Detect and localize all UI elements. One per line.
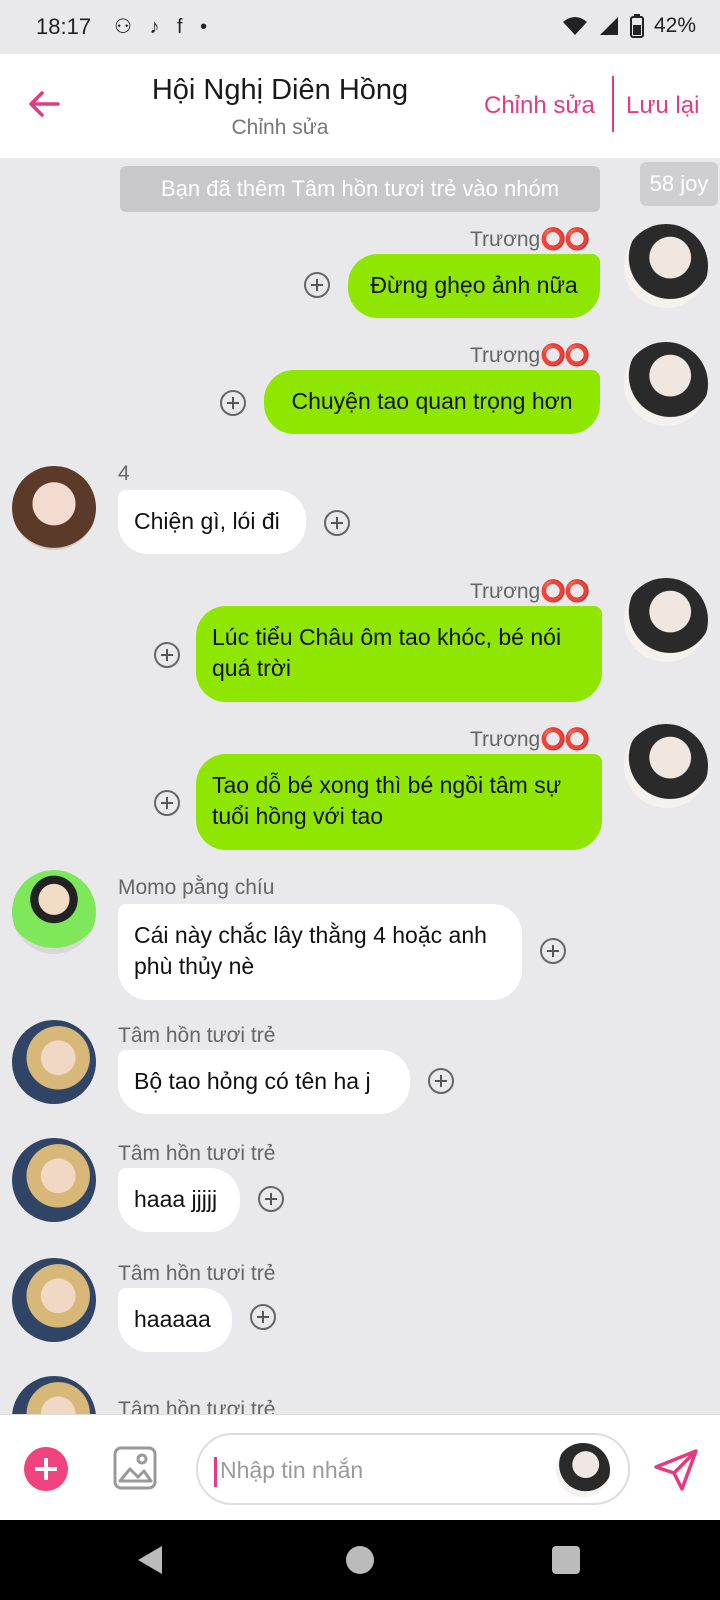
sender-name: 4 [118,462,130,485]
message-input[interactable] [220,1447,540,1493]
sticker-avatar-icon[interactable] [556,1443,610,1497]
chat-header: Hội Nghị Diên Hồng Chỉnh sửa Chỉnh sửa L… [0,54,720,158]
react-icon[interactable] [540,938,566,964]
sender-name: Tâm hồn tươi trẻ [118,1142,276,1165]
avatar[interactable] [12,1138,96,1222]
system-nav-bar [0,1520,720,1600]
react-icon[interactable] [220,390,246,416]
header-divider [612,76,614,132]
group-title: Hội Nghị Diên Hồng [151,74,409,106]
react-icon[interactable] [258,1186,284,1212]
send-icon[interactable] [652,1445,700,1493]
message-bubble[interactable]: Bộ tao hỏng có tên ha j [118,1050,410,1114]
sender-name: Trương⭕⭕ [470,728,591,751]
joy-badge: 58 joy [640,162,718,206]
add-attachment-button[interactable] [24,1447,68,1491]
avatar[interactable] [12,1258,96,1342]
text-cursor [214,1457,217,1487]
back-arrow-icon[interactable] [24,84,64,124]
message-composer [0,1414,720,1520]
nav-back-icon[interactable] [138,1546,162,1574]
status-time: 18:17 [36,14,92,39]
message-bubble[interactable]: Đừng ghẹo ảnh nữa [348,254,600,318]
system-message: Bạn đã thêm Tâm hồn tươi trẻ vào nhóm [120,166,600,212]
avatar[interactable] [624,724,708,808]
react-icon[interactable] [250,1304,276,1330]
wifi-icon [562,17,587,35]
sender-name: Trương⭕⭕ [470,228,591,251]
message-bubble[interactable]: Chiện gì, lói đi [118,490,306,554]
avatar[interactable] [12,1020,96,1104]
status-right: 42% [562,14,696,38]
react-icon[interactable] [324,510,350,536]
avatar[interactable] [12,466,96,550]
message-bubble[interactable]: Lúc tiểu Châu ôm tao khóc, bé nói quá tr… [196,606,602,702]
chat-area[interactable]: Bạn đã thêm Tâm hồn tươi trẻ vào nhóm 58… [0,158,720,1414]
sender-name: Trương⭕⭕ [470,580,591,603]
status-bar: 18:17 ⚇ ♪ f • 42% [0,0,720,54]
sender-name: Tâm hồn tươi trẻ [118,1024,276,1047]
react-icon[interactable] [428,1068,454,1094]
avatar[interactable] [12,1376,96,1414]
avatar[interactable] [624,342,708,426]
sender-name: Momo pằng chíu [118,876,275,899]
message-bubble[interactable]: Tao dỗ bé xong thì bé ngồi tâm sự tuổi h… [196,754,602,850]
sender-name: Tâm hồn tươi trẻ [118,1398,276,1414]
save-button[interactable]: Lưu lại [626,92,699,120]
signal-icon [599,17,618,35]
nav-recents-icon[interactable] [552,1546,580,1574]
battery-icon [629,14,644,38]
react-icon[interactable] [154,642,180,668]
react-icon[interactable] [154,790,180,816]
image-icon[interactable] [112,1445,158,1491]
sender-name: Tâm hồn tươi trẻ [118,1262,276,1285]
group-subtitle: Chỉnh sửa [231,116,329,139]
avatar[interactable] [624,224,708,308]
message-bubble[interactable]: haaaaa [118,1288,232,1352]
sender-name: Trương⭕⭕ [470,344,591,367]
edit-button[interactable]: Chỉnh sửa [484,92,595,120]
react-icon[interactable] [304,272,330,298]
message-bubble[interactable]: Cái này chắc lây thằng 4 hoặc anh phù th… [118,904,522,1000]
message-input-wrapper[interactable] [196,1433,630,1505]
message-bubble[interactable]: Chuyện tao quan trọng hơn [264,370,600,434]
battery-level: 42% [653,14,696,37]
nav-home-icon[interactable] [346,1546,374,1574]
avatar[interactable] [624,578,708,662]
notification-icons: ⚇ ♪ f • [114,16,214,38]
avatar[interactable] [12,870,96,954]
message-bubble[interactable]: haaa jjjjj [118,1168,240,1232]
